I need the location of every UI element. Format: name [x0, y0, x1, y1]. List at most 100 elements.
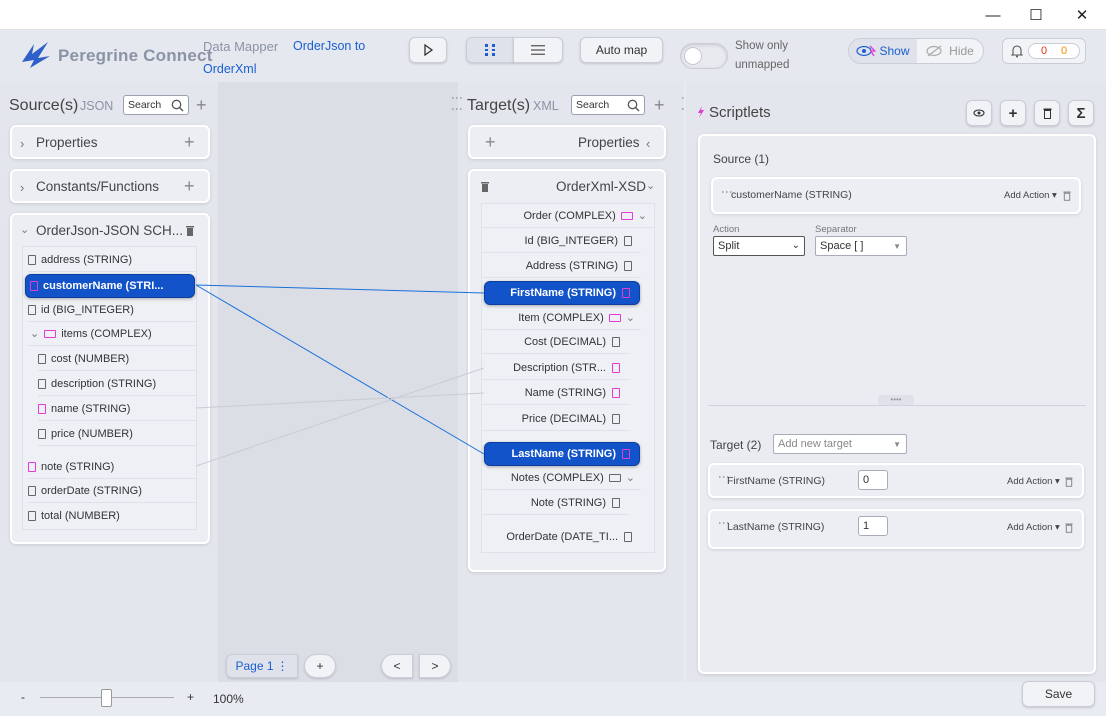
- source-field-cost[interactable]: cost (NUMBER): [38, 347, 196, 371]
- target-field-address[interactable]: Address (STRING): [483, 254, 641, 278]
- caret-down-icon: ▼: [893, 440, 901, 449]
- trash-icon[interactable]: [480, 181, 490, 193]
- notifications-button[interactable]: 0 0: [1002, 38, 1086, 64]
- constants-card[interactable]: › Constants/Functions +: [10, 169, 210, 203]
- add-scriptlet-button[interactable]: +: [1000, 100, 1026, 126]
- add-new-target-select[interactable]: Add new target ▼: [773, 434, 907, 454]
- source-field-customername[interactable]: customerName (STRI...: [25, 274, 195, 298]
- delete-scriptlet-button[interactable]: [1034, 100, 1060, 126]
- chevron-down-icon[interactable]: ⌄: [20, 223, 29, 236]
- target-resize-handle-left[interactable]: ⋮⋮: [450, 92, 464, 114]
- auto-map-button[interactable]: Auto map: [580, 37, 663, 63]
- source-field-total[interactable]: total (NUMBER): [28, 504, 196, 528]
- target-search-input[interactable]: Search: [571, 95, 645, 115]
- next-page-button[interactable]: >: [419, 654, 451, 678]
- minimize-button[interactable]: —: [970, 0, 1016, 30]
- lightning-icon: [698, 106, 704, 118]
- folder-icon: [620, 211, 633, 220]
- target-field-description[interactable]: Description (STR...: [483, 356, 629, 380]
- add-action-target-button[interactable]: Add Action ▾: [1007, 476, 1060, 487]
- chevron-down-icon[interactable]: ⌄: [646, 179, 655, 192]
- source-field-price[interactable]: price (NUMBER): [38, 422, 196, 446]
- chevron-down-icon: ⌄: [625, 472, 635, 484]
- zoom-slider-handle[interactable]: [101, 689, 112, 707]
- folder-icon: [608, 473, 621, 482]
- target-field-name[interactable]: Name (STRING): [483, 381, 629, 405]
- target-properties-card[interactable]: + Properties ‹: [468, 125, 666, 159]
- trash-icon[interactable]: [1063, 191, 1071, 201]
- target-item-name: FirstName (STRING): [727, 475, 825, 487]
- trash-icon[interactable]: [1065, 477, 1073, 487]
- target-field-note[interactable]: Note (STRING): [483, 491, 629, 515]
- add-action-source-button[interactable]: Add Action ▾: [1004, 190, 1057, 201]
- source-field-card: ⋮ customerName (STRING) Add Action ▾: [711, 177, 1081, 214]
- zoom-out-button[interactable]: -: [21, 690, 25, 704]
- target-field-id[interactable]: Id (BIG_INTEGER): [483, 229, 641, 253]
- add-page-button[interactable]: +: [304, 654, 336, 678]
- chevron-down-icon: ⌄: [30, 328, 40, 340]
- source-field-description[interactable]: description (STRING): [38, 372, 196, 396]
- trash-icon[interactable]: [185, 225, 195, 237]
- target-field-item[interactable]: Item (COMPLEX) ⌄: [483, 306, 641, 330]
- source-field-id[interactable]: id (BIG_INTEGER): [28, 298, 196, 322]
- add-target-button[interactable]: +: [654, 95, 665, 116]
- list-view-button[interactable]: [513, 37, 563, 63]
- trash-icon[interactable]: [1065, 523, 1073, 533]
- hide-label: Hide: [949, 44, 974, 58]
- caret-down-icon: ▼: [893, 242, 901, 251]
- section-title: Data Mapper: [203, 39, 279, 54]
- bell-icon: [1011, 45, 1023, 58]
- target-item-name: LastName (STRING): [727, 521, 825, 533]
- target-field-orderdate[interactable]: OrderDate (DATE_TI...: [483, 525, 641, 549]
- divider: [708, 405, 1086, 406]
- list-icon: [531, 45, 545, 55]
- page-tab-1[interactable]: Page 1 ⋮: [226, 654, 298, 678]
- chevron-down-icon: ⌄: [791, 240, 800, 251]
- source-field-address[interactable]: address (STRING): [28, 248, 196, 272]
- maximize-button[interactable]: ☐: [1013, 0, 1059, 30]
- target-field-order[interactable]: Order (COMPLEX) ⌄: [483, 204, 653, 228]
- source-search-input[interactable]: Search: [123, 95, 189, 115]
- map-name-link[interactable]: OrderJson to: [293, 39, 365, 53]
- target-field-cost[interactable]: Cost (DECIMAL): [483, 330, 629, 354]
- folder-icon: [44, 329, 57, 338]
- target-field-firstname[interactable]: FirstName (STRING): [484, 281, 640, 305]
- hide-lines-button[interactable]: Hide: [917, 39, 983, 63]
- run-button[interactable]: [409, 37, 447, 63]
- target-field-lastname[interactable]: LastName (STRING): [484, 442, 640, 466]
- zoom-in-button[interactable]: +: [187, 690, 194, 704]
- map-name-link-cont[interactable]: OrderXml: [203, 62, 256, 76]
- add-action-target-button[interactable]: Add Action ▾: [1007, 522, 1060, 533]
- add-source-button[interactable]: +: [196, 95, 207, 116]
- previous-page-button[interactable]: <: [381, 654, 413, 678]
- target-properties-label: Properties: [578, 135, 640, 150]
- source-properties-card[interactable]: › Properties +: [10, 125, 210, 159]
- play-icon: [424, 44, 434, 56]
- separator-select[interactable]: Space [ ] ▼: [815, 236, 907, 256]
- target-field-price[interactable]: Price (DECIMAL): [483, 407, 629, 431]
- functions-button[interactable]: Σ: [1068, 100, 1094, 126]
- add-target-property-button[interactable]: +: [485, 132, 496, 153]
- target-count-header: Target (2): [710, 438, 762, 452]
- split-resize-handle[interactable]: ••••: [878, 395, 914, 405]
- target-index-input[interactable]: 0: [858, 470, 888, 490]
- source-field-name[interactable]: name (STRING): [38, 397, 196, 421]
- source-field-items[interactable]: ⌄ items (COMPLEX): [28, 322, 196, 346]
- action-select[interactable]: Split ⌄: [713, 236, 805, 256]
- target-index-input[interactable]: 1: [858, 516, 888, 536]
- grid-view-button[interactable]: [466, 37, 514, 63]
- preview-scriptlet-button[interactable]: [966, 100, 992, 126]
- folder-icon: [608, 313, 621, 322]
- source-field-orderdate[interactable]: orderDate (STRING): [28, 479, 196, 503]
- add-constant-button[interactable]: +: [184, 176, 195, 197]
- show-lines-button[interactable]: Show: [849, 39, 917, 63]
- source-field-note[interactable]: note (STRING): [28, 455, 196, 479]
- add-property-button[interactable]: +: [184, 132, 195, 153]
- chevron-right-icon: ›: [20, 136, 25, 151]
- target-field-notes[interactable]: Notes (COMPLEX) ⌄: [483, 466, 641, 490]
- close-button[interactable]: ✕: [1059, 0, 1105, 30]
- counters: 0 0: [1028, 43, 1080, 59]
- more-vertical-icon[interactable]: ⋮: [277, 659, 289, 673]
- show-only-unmapped-toggle[interactable]: [680, 43, 728, 69]
- save-button[interactable]: Save: [1022, 681, 1095, 707]
